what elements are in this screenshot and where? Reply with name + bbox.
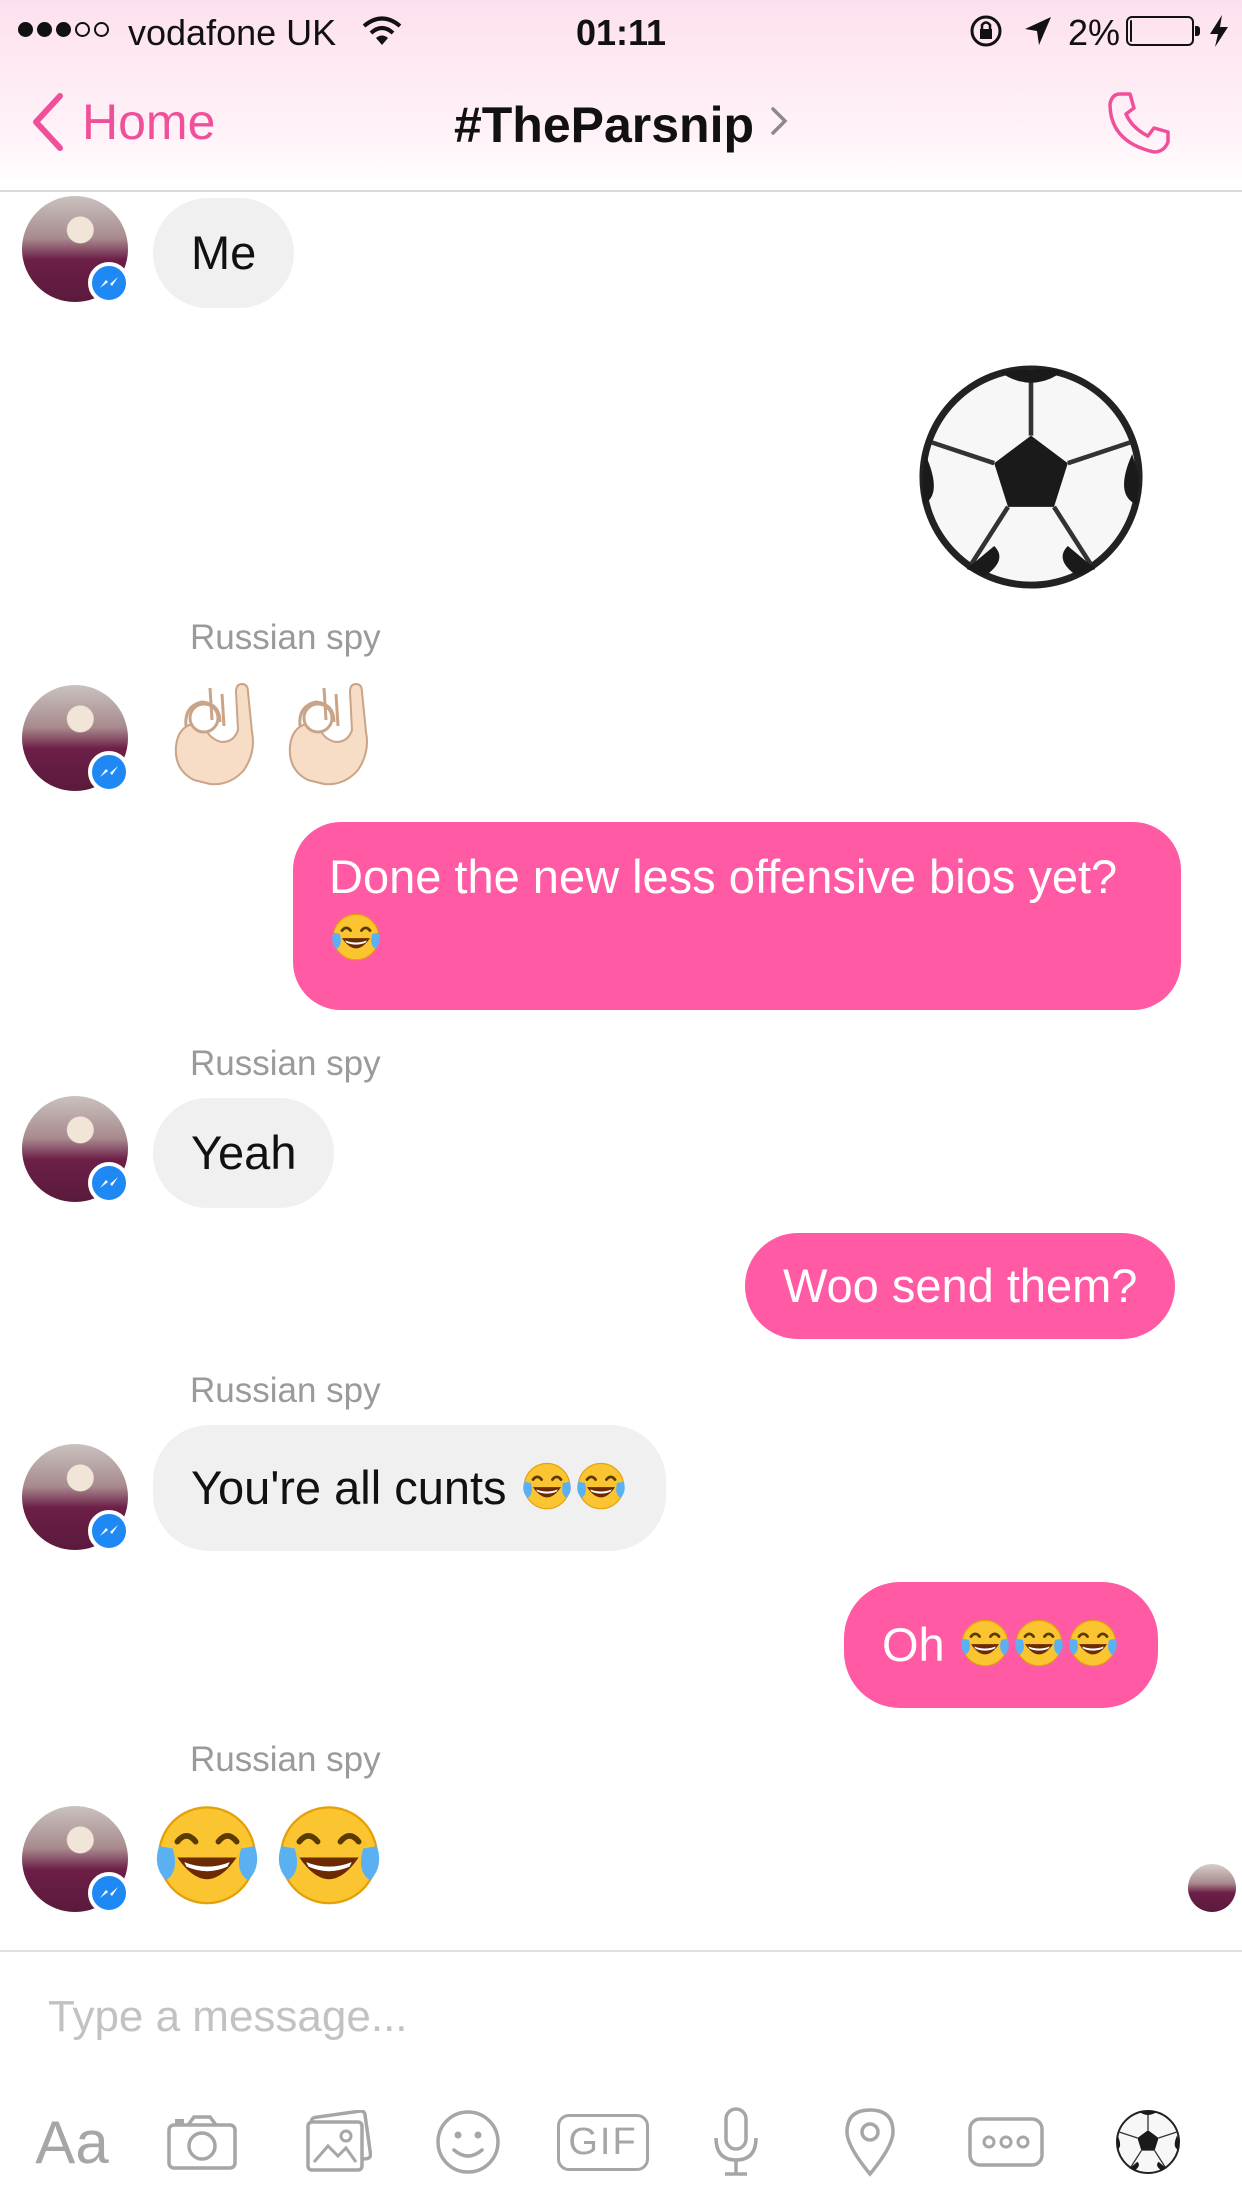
- battery-icon: [1126, 16, 1200, 46]
- sender-name: Russian spy: [190, 1740, 381, 1779]
- gallery-icon[interactable]: [288, 2092, 388, 2192]
- chat-header: vodafone UK 01:11 2% Home #TheParsnip: [0, 0, 1242, 192]
- orientation-lock-icon: [969, 14, 1003, 57]
- message-text: You're all cunts: [191, 1461, 507, 1514]
- outgoing-message-bubble[interactable]: Done the new less offensive bios yet?: [293, 822, 1181, 1010]
- message-text: Oh: [882, 1618, 945, 1671]
- avatar[interactable]: [22, 1806, 130, 1914]
- more-icon[interactable]: [956, 2092, 1056, 2192]
- message-text: Done the new less offensive bios yet?: [329, 850, 1118, 903]
- sender-name: Russian spy: [190, 1371, 381, 1410]
- emoji-icon[interactable]: [418, 2092, 518, 2192]
- avatar[interactable]: [22, 685, 130, 793]
- read-receipt-avatar: [1188, 1864, 1236, 1912]
- messenger-badge-icon: [88, 1872, 130, 1914]
- incoming-message-bubble[interactable]: Yeah: [153, 1098, 335, 1208]
- gif-label: GIF: [557, 2113, 649, 2171]
- status-bar: vodafone UK 01:11 2%: [0, 0, 1242, 60]
- message-text: Me: [191, 226, 257, 279]
- message-composer: Aa GIF: [0, 1950, 1242, 2208]
- face-with-tears-of-joy-emoji: [1012, 1615, 1066, 1669]
- sender-name: Russian spy: [190, 618, 381, 657]
- messenger-badge-icon: [88, 1162, 130, 1204]
- avatar[interactable]: [22, 196, 130, 304]
- face-with-tears-of-joy-emoji: [574, 1458, 628, 1512]
- messenger-badge-icon: [88, 751, 130, 793]
- message-input[interactable]: [48, 1992, 1198, 2042]
- text-format-button[interactable]: Aa: [22, 2092, 122, 2192]
- incoming-message-bubble[interactable]: You're all cunts: [153, 1425, 666, 1551]
- gif-icon[interactable]: GIF: [553, 2092, 653, 2192]
- sender-name: Russian spy: [190, 1044, 381, 1083]
- soccer-ball-emoji[interactable]: [916, 362, 1146, 592]
- face-with-tears-of-joy-emoji: [958, 1615, 1012, 1669]
- avatar[interactable]: [22, 1096, 130, 1204]
- face-with-tears-of-joy-emoji: [329, 909, 383, 963]
- location-services-icon: [1023, 14, 1053, 56]
- face-with-tears-of-joy-emoji: [272, 1796, 386, 1910]
- messenger-badge-icon: [88, 262, 130, 304]
- charging-bolt-icon: [1208, 14, 1230, 57]
- incoming-message-bubble[interactable]: Me: [153, 198, 295, 308]
- face-with-tears-of-joy-emoji: [150, 1796, 264, 1910]
- face-with-tears-of-joy-emoji: [1066, 1615, 1120, 1669]
- composer-toolbar: Aa GIF: [0, 2092, 1242, 2192]
- conversation-title-text: #TheParsnip: [453, 97, 755, 153]
- location-icon[interactable]: [820, 2092, 920, 2192]
- quick-reaction-soccer-ball: [1115, 2109, 1181, 2175]
- ok-hand-emoji: [164, 680, 264, 790]
- incoming-emoji-message[interactable]: [150, 1796, 386, 1910]
- camera-icon[interactable]: [152, 2092, 252, 2192]
- battery-percentage: 2%: [1068, 12, 1121, 53]
- conversation-title[interactable]: #TheParsnip: [0, 96, 1242, 154]
- avatar[interactable]: [22, 1444, 130, 1552]
- chevron-right-icon: [771, 107, 788, 135]
- message-text: Woo send them?: [783, 1259, 1138, 1312]
- messenger-badge-icon: [88, 1510, 130, 1552]
- soccer-ball-icon[interactable]: [1098, 2092, 1198, 2192]
- microphone-icon[interactable]: [686, 2092, 786, 2192]
- face-with-tears-of-joy-emoji: [520, 1458, 574, 1512]
- message-text: Yeah: [191, 1126, 297, 1179]
- incoming-emoji-message[interactable]: [164, 680, 378, 790]
- phone-call-icon[interactable]: [1106, 90, 1172, 161]
- clock: 01:11: [575, 12, 667, 53]
- outgoing-message-bubble[interactable]: Woo send them?: [745, 1233, 1176, 1339]
- ok-hand-emoji: [278, 680, 378, 790]
- outgoing-message-bubble[interactable]: Oh: [844, 1582, 1158, 1708]
